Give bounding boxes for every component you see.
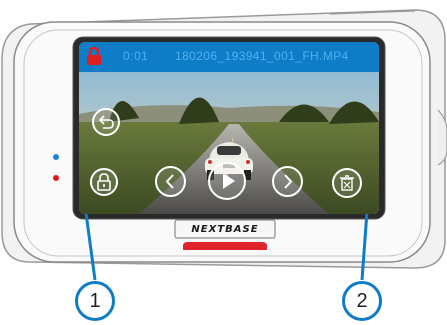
playback-status-bar: 0:01 180206_193941_001_FH.MP4	[79, 42, 379, 72]
video-playback-screen: 0:01 180206_193941_001_FH.MP4	[79, 42, 379, 214]
play-icon	[223, 173, 235, 189]
previous-button[interactable]	[155, 166, 186, 197]
dashcam-device: NEXTBASE 0:01 180206_193941_001_FH.MP4 1…	[0, 0, 447, 325]
callout-1: 1	[75, 281, 115, 321]
protect-file-button[interactable]	[90, 168, 118, 196]
chevron-left-icon	[165, 174, 174, 189]
status-led-red	[53, 175, 59, 181]
status-led-blue	[53, 154, 59, 160]
chevron-right-icon	[284, 174, 293, 189]
playback-time: 0:01	[123, 49, 149, 63]
trash-icon	[340, 175, 354, 191]
back-arrow-icon	[98, 115, 114, 129]
video-filename: 180206_193941_001_FH.MP4	[175, 49, 349, 63]
callout-2: 2	[342, 281, 382, 321]
delete-button[interactable]	[332, 168, 362, 198]
next-button[interactable]	[272, 166, 303, 197]
play-button[interactable]	[208, 162, 246, 200]
lock-icon	[87, 46, 101, 65]
back-button[interactable]	[92, 108, 120, 136]
brand-logo: NEXTBASE	[191, 224, 259, 235]
lock-icon	[97, 173, 111, 191]
